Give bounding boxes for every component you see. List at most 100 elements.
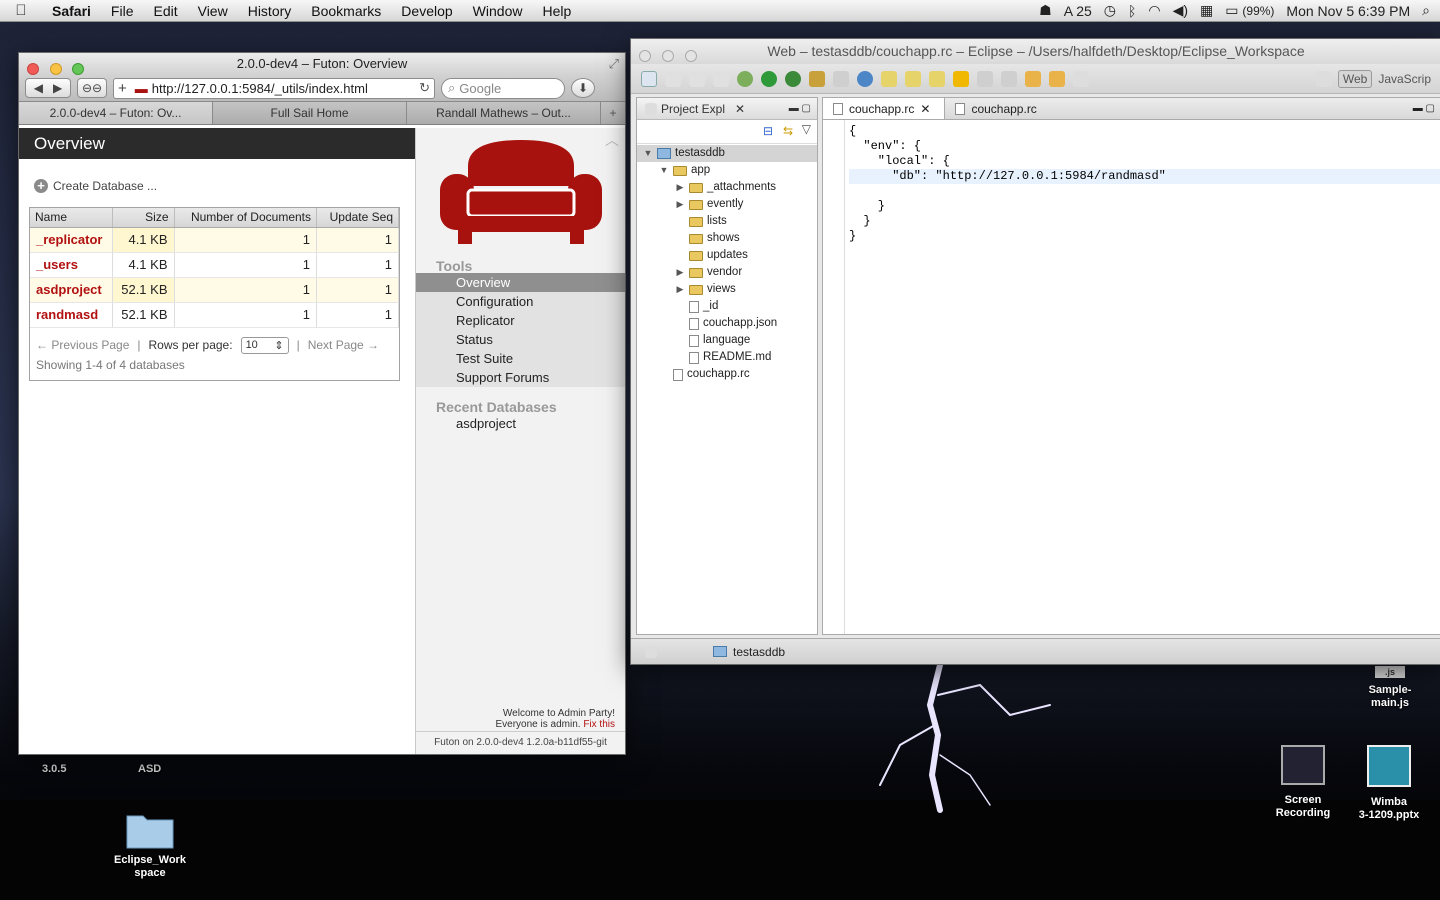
code-line[interactable]: "local": { [849, 154, 1440, 169]
zoom-window-button[interactable] [684, 50, 697, 62]
editor-tab-couchapp-rc[interactable]: couchapp.rc [945, 98, 1050, 119]
menu-edit[interactable]: Edit [143, 3, 187, 19]
debug-icon[interactable] [737, 70, 753, 87]
collapse-all-icon[interactable]: ⊟ [763, 124, 773, 138]
toggle-mark-icon[interactable] [953, 70, 969, 87]
menu-window[interactable]: Window [463, 3, 533, 19]
back-arrow-icon[interactable]: ◀ [34, 81, 43, 95]
nav-overview[interactable]: Overview [416, 273, 625, 292]
code-line[interactable]: "db": "http://127.0.0.1:5984/randmasd" [849, 169, 1440, 184]
desktop-label-305[interactable]: 3.0.5 [42, 763, 66, 775]
tab-full-sail[interactable]: Full Sail Home [213, 102, 407, 124]
forward-icon[interactable] [1073, 70, 1089, 87]
url-text[interactable]: http://127.0.0.1:5984/_utils/index.html [152, 81, 368, 96]
column-header-docs[interactable]: Number of Documents [174, 208, 317, 228]
minimize-maximize-view-icon[interactable]: ▬ ▢ [789, 103, 811, 114]
tree-item[interactable]: ▼ testasddb [637, 145, 817, 162]
recent-db-link[interactable]: asdproject [456, 416, 516, 431]
new-file-icon[interactable] [641, 70, 657, 87]
close-tab-icon[interactable]: ✕ [920, 98, 930, 120]
zoom-window-button[interactable] [72, 62, 85, 75]
nav-status[interactable]: Status [416, 330, 625, 349]
code-line[interactable]: { [849, 124, 1440, 139]
previous-annotation-icon[interactable] [1001, 70, 1017, 87]
run-external-icon[interactable] [785, 70, 801, 87]
collapse-sidebar-icon[interactable]: ︿ [605, 130, 619, 150]
column-header-size[interactable]: Size [112, 208, 175, 228]
desktop-label-asd[interactable]: ASD [138, 763, 161, 775]
tree-item[interactable]: ▶ _attachments [637, 179, 817, 196]
tree-item[interactable]: ▶ vendor [637, 264, 817, 281]
new-package-icon[interactable] [929, 70, 945, 87]
code-line[interactable]: } [849, 214, 1440, 229]
search-field[interactable]: ⌕ Google [441, 77, 565, 99]
project-explorer-tab[interactable]: Project Expl ✕ ▬ ▢ [637, 98, 817, 120]
tree-item[interactable]: shows [637, 230, 817, 247]
new-server-icon[interactable] [833, 70, 849, 87]
tree-item[interactable]: couchapp.rc [637, 366, 817, 383]
adobe-updater-icon[interactable]: A 25 [1064, 3, 1092, 19]
wifi-icon[interactable]: ◠ [1148, 2, 1160, 19]
new-project-icon[interactable] [881, 70, 897, 87]
calendar-icon[interactable]: ▦ [1200, 2, 1213, 19]
fix-this-link[interactable]: Fix this [583, 719, 615, 730]
minimize-window-button[interactable] [49, 62, 62, 75]
browser-icon[interactable] [857, 70, 873, 87]
menu-history[interactable]: History [238, 3, 302, 19]
code-line[interactable] [849, 184, 1440, 199]
minimize-window-button[interactable] [661, 50, 674, 62]
db-name-link[interactable]: _users [30, 252, 113, 278]
volume-icon[interactable]: ◀) [1173, 2, 1188, 19]
spotlight-search-icon[interactable]: ⌕ [1422, 2, 1430, 19]
add-bookmark-icon[interactable]: + [118, 80, 127, 97]
menu-app-name[interactable]: Safari [42, 3, 101, 19]
disclosure-arrow-icon[interactable]: ▼ [659, 162, 669, 179]
minimize-maximize-editor-icon[interactable]: ▬ ▢ [1413, 98, 1435, 119]
back-forward-buttons[interactable]: ◀ ▶ [25, 78, 71, 98]
reload-icon[interactable]: ↻ [419, 80, 430, 96]
code-line[interactable]: } [849, 199, 1440, 214]
bluetooth-icon[interactable]: ᛒ [1128, 3, 1136, 19]
tree-item[interactable]: README.md [637, 349, 817, 366]
db-name-link[interactable]: _replicator [30, 227, 113, 253]
tree-item[interactable]: ▼ app [637, 162, 817, 179]
tree-item[interactable]: _id [637, 298, 817, 315]
nav-support-forums[interactable]: Support Forums [416, 368, 625, 387]
print-icon[interactable] [713, 70, 729, 87]
close-window-button[interactable] [27, 62, 39, 75]
view-menu-icon[interactable]: ▽ [802, 122, 811, 136]
disclosure-arrow-icon[interactable]: ▶ [675, 281, 685, 298]
link-with-editor-icon[interactable]: ⇆ [783, 124, 793, 138]
editor-tab-couchapp-rc-active[interactable]: couchapp.rc ✕ [823, 98, 946, 120]
desktop-icon-sample-main-js[interactable]: .js Sample- main.js [1352, 666, 1428, 710]
nav-replicator[interactable]: Replicator [416, 311, 625, 330]
close-view-icon[interactable]: ✕ [735, 102, 745, 116]
forward-arrow-icon[interactable]: ▶ [53, 81, 62, 95]
battery-icon[interactable]: ▭ (99%) [1225, 2, 1274, 19]
desktop-icon-eclipse-workspace[interactable]: Eclipse_Work space [110, 808, 190, 880]
fast-view-icon[interactable] [645, 645, 657, 658]
clock[interactable]: Mon Nov 5 6:39 PM [1286, 3, 1410, 19]
menu-help[interactable]: Help [532, 3, 581, 19]
perspective-javascript-button[interactable]: JavaScrip [1378, 72, 1431, 86]
disclosure-arrow-icon[interactable]: ▼ [643, 145, 653, 162]
tree-item[interactable]: ▶ views [637, 281, 817, 298]
menu-develop[interactable]: Develop [391, 3, 462, 19]
open-type-icon[interactable] [809, 70, 825, 87]
column-header-seq[interactable]: Update Seq [316, 208, 399, 228]
tab-futon[interactable]: 2.0.0-dev4 – Futon: Ov... [19, 102, 213, 124]
next-annotation-icon[interactable] [977, 70, 993, 87]
nav-test-suite[interactable]: Test Suite [416, 349, 625, 368]
disclosure-arrow-icon[interactable]: ▶ [675, 264, 685, 281]
menu-view[interactable]: View [188, 3, 238, 19]
column-header-name[interactable]: Name [30, 208, 113, 228]
desktop-icon-wimba-pptx[interactable]: Wimba 3-1209.pptx [1350, 745, 1428, 822]
tree-item[interactable]: language [637, 332, 817, 349]
next-page-link[interactable]: Next Page → [308, 338, 379, 352]
code-line[interactable]: } [849, 229, 1440, 244]
perspective-web-button[interactable]: Web [1337, 69, 1373, 88]
downloads-button[interactable]: ⬇ [571, 78, 595, 98]
tree-item[interactable]: lists [637, 213, 817, 230]
address-bar[interactable]: + ▬ http://127.0.0.1:5984/_utils/index.h… [113, 77, 435, 99]
close-window-button[interactable] [639, 50, 651, 62]
